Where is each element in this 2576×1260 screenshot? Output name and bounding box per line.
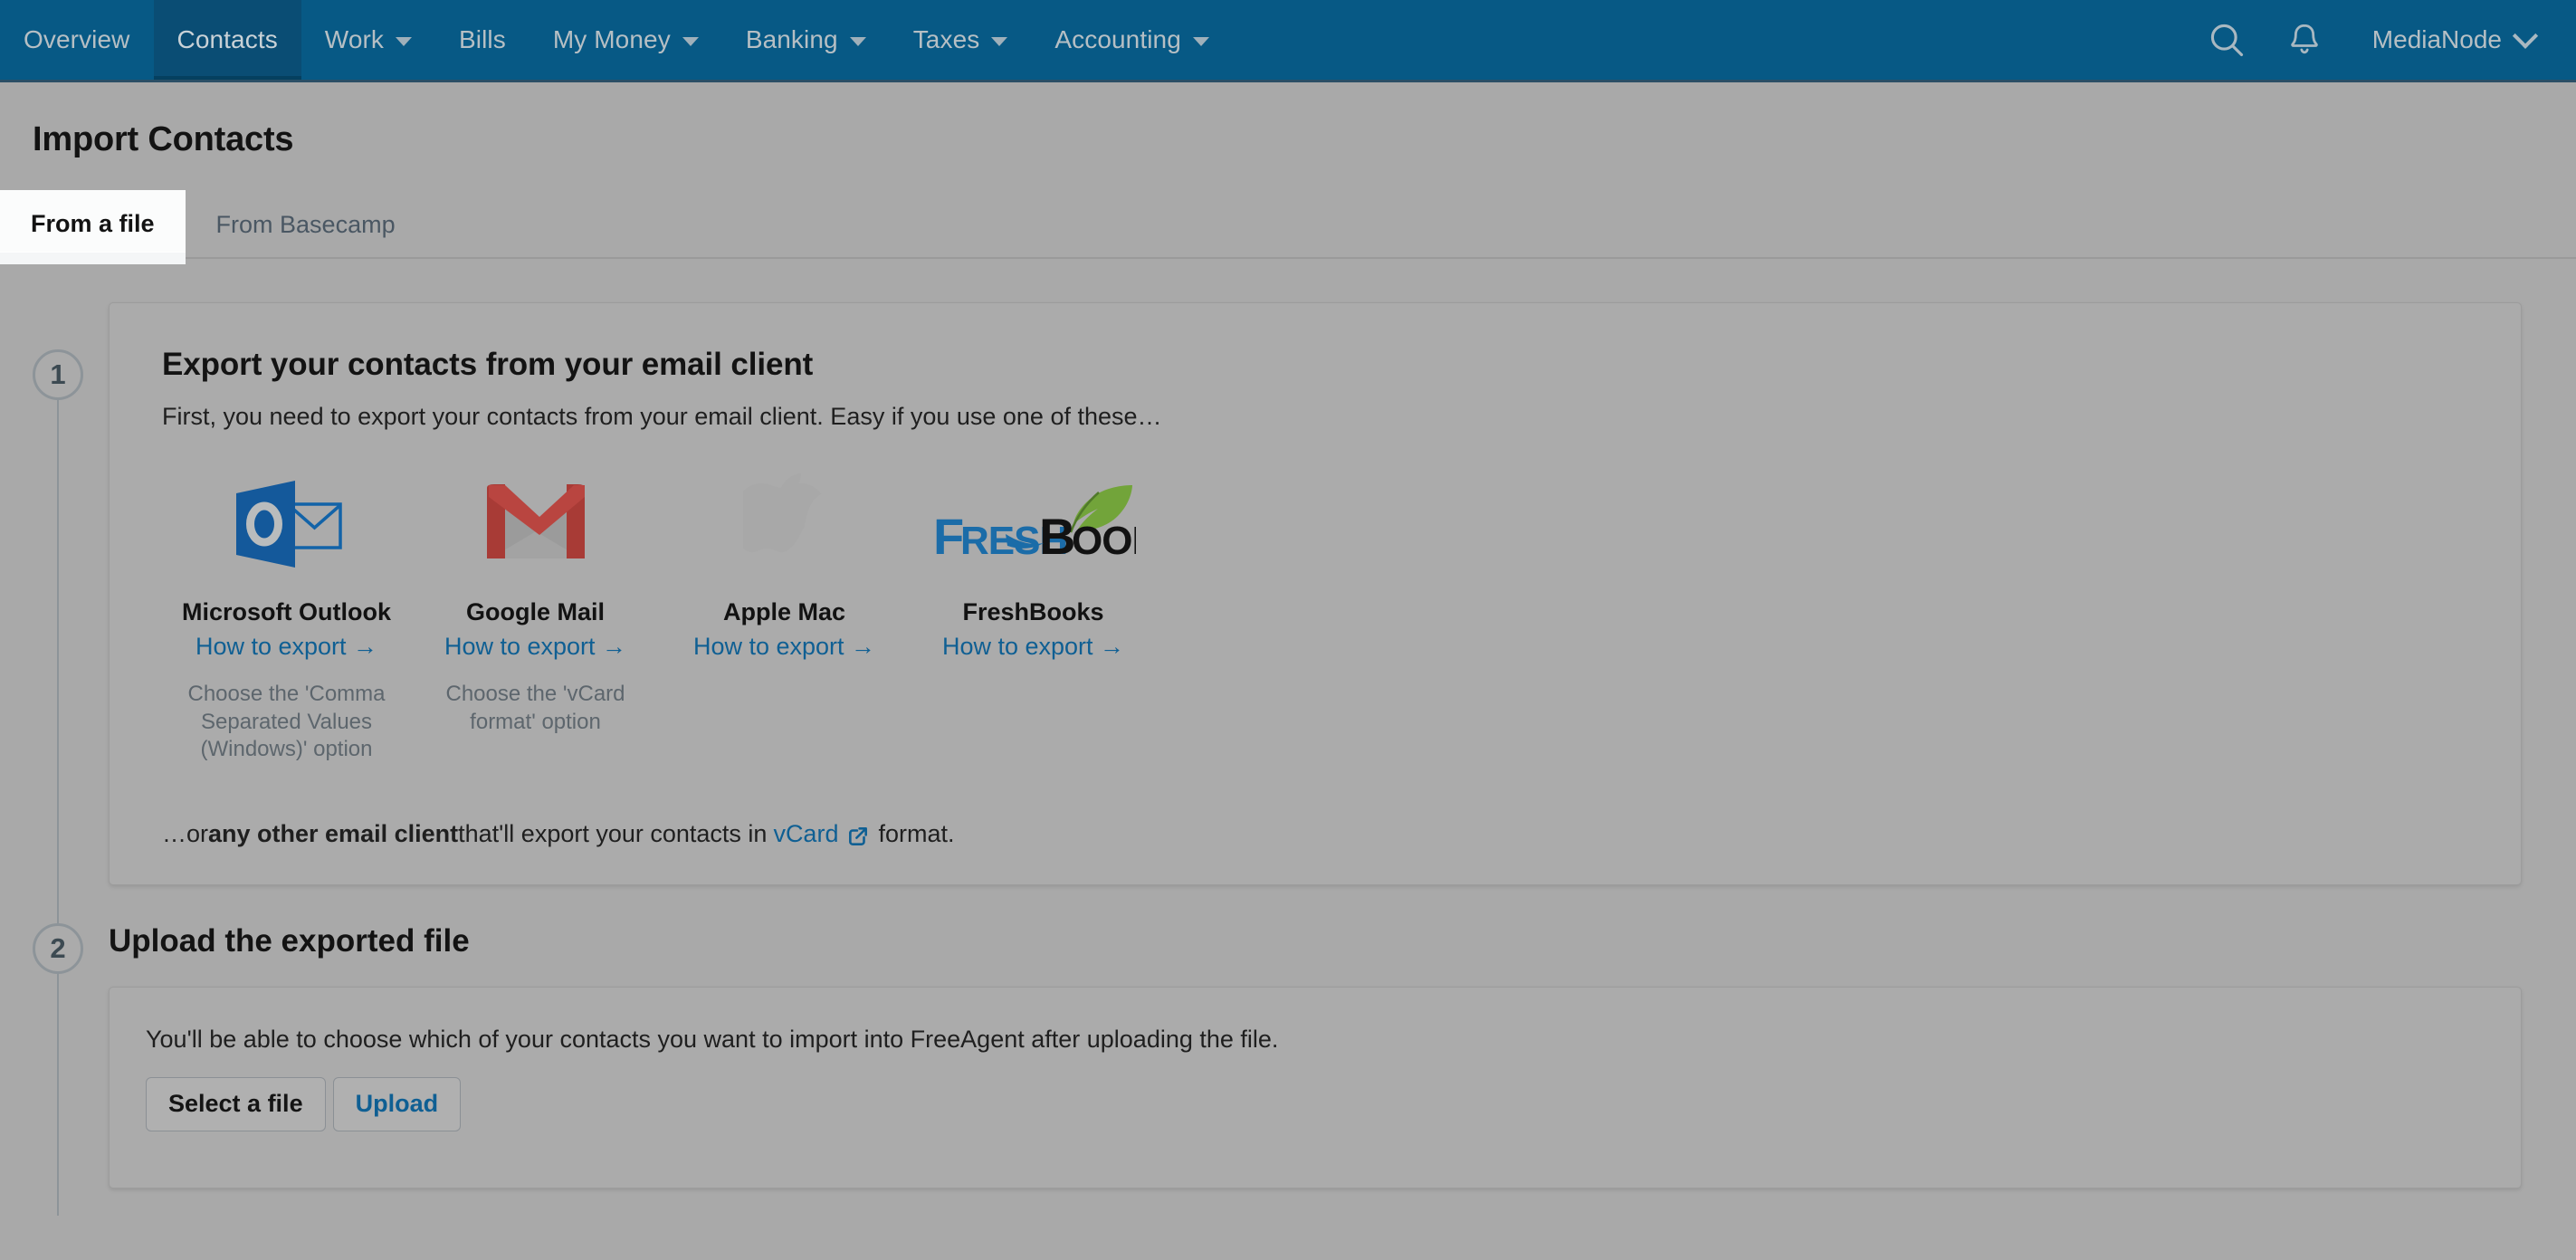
step-1-subheading: First, you need to export your contacts … [162,403,1162,430]
upload-card: You'll be able to choose which of your c… [109,987,2522,1188]
nav-item-label: Bills [459,25,506,53]
provider-list: Microsoft Outlook How to export → Choose… [162,473,2468,764]
google-mail-logo-icon [486,484,585,558]
import-steps: 1 Export your contacts from your email c… [0,302,2576,1225]
how-to-export-link[interactable]: How to export → [444,633,626,661]
step-2: 2 Upload the exported file You'll be abl… [0,923,2576,1225]
vcard-link[interactable]: vCard [773,820,838,848]
chevron-down-icon [991,37,1008,46]
tab-from-a-file[interactable]: From a file [0,190,186,264]
how-to-export-link[interactable]: How to export → [196,633,377,661]
step-1-badge: 1 [33,349,83,400]
nav-item-label: Contacts [177,25,278,53]
other-prefix-text: …or [162,820,209,848]
upload-button[interactable]: Upload [332,1077,462,1131]
provider-note: Choose the 'vCard format' option [445,681,625,734]
provider-note: Choose the 'Comma Separated Values (Wind… [187,681,386,762]
google-mail-logo [485,474,587,574]
tab-label: From Basecamp [215,211,396,238]
nav-item-label: Accounting [1054,25,1181,53]
nav-item-my-money[interactable]: My Money [530,0,722,80]
step-1: 1 Export your contacts from your email c… [0,302,2576,886]
nav-item-banking[interactable]: Banking [722,0,890,80]
search-button[interactable] [2188,0,2266,81]
other-email-client-line: …or any other email client that'll expor… [162,820,2468,848]
nav-item-contacts[interactable]: Contacts [153,0,301,80]
freshbooks-logo: F RESH B OOKS [931,474,1136,574]
how-to-export-link[interactable]: How to export → [693,633,875,661]
other-suffix-text: format. [878,820,955,848]
provider-freshbooks: F RESH B OOKS FreshBooks How to export → [909,474,1158,764]
step-2-heading: Upload the exported file [109,923,470,959]
step-2-content: Upload the exported file You'll be able … [109,923,2522,1188]
other-middle-text: that'll export your contacts in [458,820,768,848]
svg-text:B: B [1039,508,1074,565]
microsoft-outlook-logo [232,474,342,574]
provider-name: Google Mail [465,598,605,625]
chevron-down-icon [1192,37,1209,46]
notifications-button[interactable] [2266,0,2343,81]
step-2-badge: 2 [33,923,83,975]
nav-item-label: Work [324,25,385,53]
nav-utilities: MediaNode [2188,0,2576,80]
chevron-down-icon [682,37,699,46]
apple-logo [742,473,826,574]
provider-name: Microsoft Outlook [182,598,391,625]
chevron-down-icon [849,37,866,46]
external-link-icon [846,825,870,848]
step-1-heading: Export your contacts from your email cli… [162,347,814,382]
nav-item-overview[interactable]: Overview [0,0,154,80]
search-icon [2210,24,2243,57]
svg-text:OOKS: OOKS [1072,519,1136,563]
import-source-tabs: From a file From Basecamp [0,190,2576,264]
how-to-export-link[interactable]: How to export → [942,633,1124,661]
provider-microsoft-outlook: Microsoft Outlook How to export → Choose… [162,474,411,764]
primary-nav: Overview Contacts Work Bills My Money Ba… [0,0,1233,80]
freshbooks-logo-icon: F RESH B OOKS [933,485,1136,565]
upload-description: You'll be able to choose which of your c… [146,1026,1279,1054]
chevron-down-icon [396,37,413,46]
nav-item-label: Taxes [912,25,980,53]
top-navbar: Overview Contacts Work Bills My Money Ba… [0,0,2576,82]
user-menu-label: MediaNode [2371,25,2502,53]
provider-name: FreshBooks [962,598,1104,625]
upload-button-row: Select a file Upload [146,1077,2485,1131]
provider-google-mail: Google Mail How to export → Choose the '… [411,474,660,764]
user-menu[interactable]: MediaNode [2343,23,2554,54]
nav-item-taxes[interactable]: Taxes [890,0,1032,80]
tab-from-basecamp[interactable]: From Basecamp [186,191,426,257]
nav-item-label: Banking [745,25,838,53]
svg-text:F: F [933,508,963,565]
step-1-card: Export your contacts from your email cli… [109,302,2522,886]
nav-item-label: Overview [24,25,130,53]
page-title: Import Contacts [33,120,294,158]
apple-logo-icon [742,473,821,553]
chevron-down-icon [2512,23,2539,49]
nav-item-bills[interactable]: Bills [435,0,530,80]
provider-apple-mac: Apple Mac How to export → [660,473,909,764]
provider-name: Apple Mac [722,598,846,625]
select-a-file-button[interactable]: Select a file [146,1077,326,1131]
tab-label: From a file [31,210,155,237]
bell-icon [2291,24,2318,54]
nav-item-accounting[interactable]: Accounting [1031,0,1233,80]
microsoft-outlook-logo-icon [235,481,342,568]
nav-item-work[interactable]: Work [301,0,435,80]
other-bold-text: any other email client [208,820,459,848]
nav-item-label: My Money [552,25,671,53]
page-content: Import Contacts From a file From Basecam… [0,82,2576,1225]
